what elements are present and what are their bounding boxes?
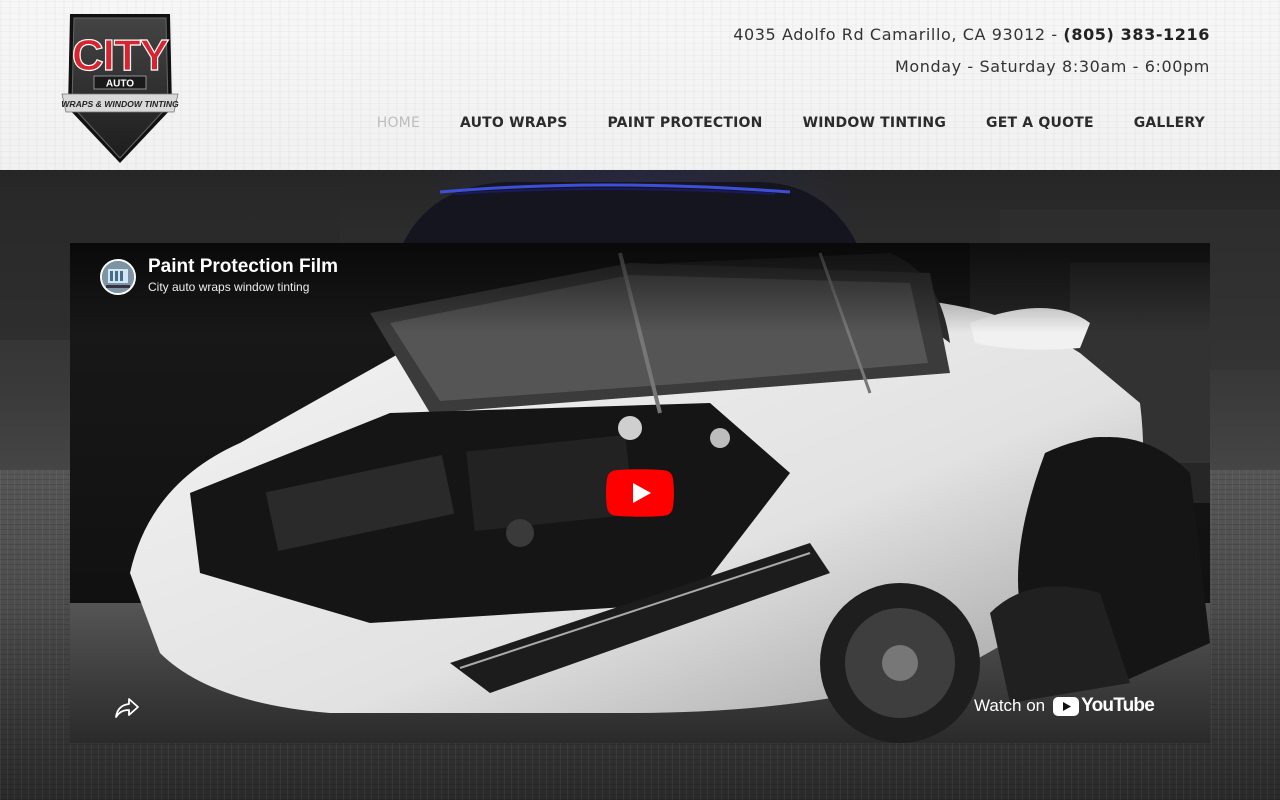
address-text: 4035 Adolfo Rd Camarillo, CA 93012 - — [733, 25, 1064, 44]
play-icon[interactable] — [606, 469, 674, 517]
channel-avatar[interactable] — [100, 259, 136, 295]
business-hours: Monday - Saturday 8:30am - 6:00pm — [894, 57, 1210, 76]
youtube-wordmark: YouTube — [1081, 695, 1155, 716]
nav-auto-wraps[interactable]: AUTO WRAPS — [440, 110, 588, 136]
video-channel-name[interactable]: City auto wraps window tinting — [148, 280, 309, 294]
nav-home[interactable]: HOME — [357, 110, 440, 136]
watch-on-label: Watch on — [973, 696, 1046, 715]
youtube-logo: YouTube — [1053, 695, 1155, 717]
watch-on-youtube-link[interactable]: Watch on YouTube — [973, 695, 1155, 717]
logo-word: CITY — [72, 31, 169, 80]
video-embed[interactable]: Paint Protection Film City auto wraps wi… — [70, 243, 1210, 743]
nav-gallery[interactable]: GALLERY — [1114, 110, 1225, 136]
share-icon[interactable] — [114, 695, 140, 721]
logo-sub: AUTO — [106, 79, 134, 90]
nav-get-a-quote[interactable]: GET A QUOTE — [966, 110, 1114, 136]
city-auto-logo[interactable]: CITY AUTO WRAPS & WINDOW TINTING — [60, 8, 180, 166]
phone-link[interactable]: (805) 383-1216 — [1063, 25, 1210, 44]
contact-info: 4035 Adolfo Rd Camarillo, CA 93012 - (80… — [733, 24, 1210, 78]
address-line: 4035 Adolfo Rd Camarillo, CA 93012 - (80… — [733, 24, 1210, 46]
nav-paint-protection[interactable]: PAINT PROTECTION — [588, 110, 783, 136]
youtube-logo-icon — [1053, 696, 1080, 716]
site-header: CITY AUTO WRAPS & WINDOW TINTING 4035 Ad… — [0, 0, 1280, 170]
channel-avatar-icon — [102, 261, 134, 293]
logo-banner: WRAPS & WINDOW TINTING — [61, 99, 179, 109]
video-title[interactable]: Paint Protection Film — [148, 256, 338, 278]
main-nav: HOME AUTO WRAPS PAINT PROTECTION WINDOW … — [357, 110, 1225, 136]
nav-window-tinting[interactable]: WINDOW TINTING — [783, 110, 966, 136]
